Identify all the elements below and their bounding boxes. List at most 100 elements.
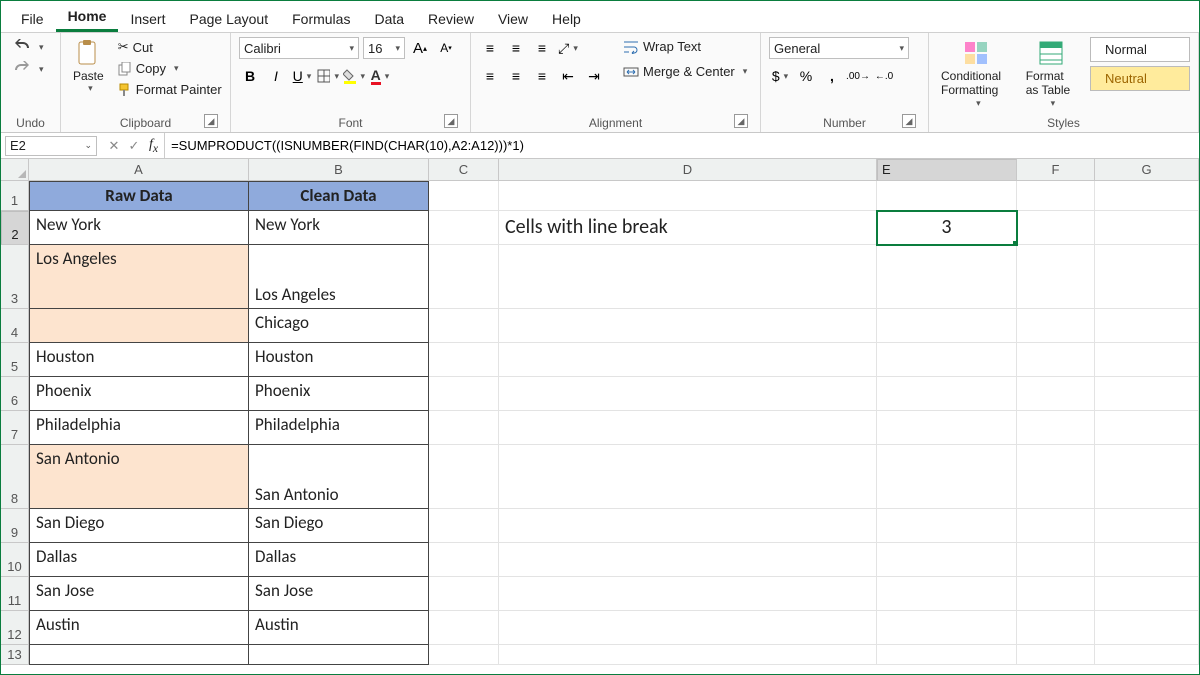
merge-center-button[interactable]: Merge & Center▾	[619, 62, 751, 81]
cell[interactable]	[29, 309, 249, 343]
cell[interactable]	[1017, 611, 1095, 645]
cell[interactable]	[499, 645, 877, 665]
align-middle-icon[interactable]: ≡	[505, 37, 527, 59]
cell[interactable]	[499, 377, 877, 411]
cell[interactable]	[1017, 543, 1095, 577]
cell[interactable]	[499, 445, 877, 509]
font-name-select[interactable]: Calibri▾	[239, 37, 359, 59]
cell[interactable]	[877, 245, 1017, 309]
paste-button[interactable]: Paste▾	[69, 37, 108, 96]
bold-button[interactable]: B	[239, 65, 261, 87]
cell[interactable]	[877, 181, 1017, 211]
borders-button[interactable]: ▾	[317, 65, 339, 87]
cell[interactable]	[499, 611, 877, 645]
cell[interactable]	[1017, 343, 1095, 377]
align-top-icon[interactable]: ≡	[479, 37, 501, 59]
cell[interactable]	[1095, 611, 1199, 645]
cell[interactable]	[429, 543, 499, 577]
cell[interactable]	[1017, 645, 1095, 665]
cell[interactable]: New York	[29, 211, 249, 245]
cell[interactable]: San Jose	[249, 577, 429, 611]
cell[interactable]	[1017, 245, 1095, 309]
cell[interactable]	[1095, 577, 1199, 611]
row-header-3[interactable]: 3	[1, 245, 29, 309]
col-header-B[interactable]: B	[249, 159, 429, 181]
row-header-2[interactable]: 2	[1, 211, 29, 245]
row-header-8[interactable]: 8	[1, 445, 29, 509]
cell[interactable]	[429, 211, 499, 245]
increase-indent-icon[interactable]: ⇥	[583, 65, 605, 87]
cell[interactable]	[429, 377, 499, 411]
cell[interactable]	[1017, 509, 1095, 543]
percent-format-icon[interactable]: %	[795, 65, 817, 87]
cell[interactable]	[1017, 181, 1095, 211]
increase-decimal-icon[interactable]: .00→	[847, 65, 869, 87]
cell[interactable]	[1095, 645, 1199, 665]
cell[interactable]	[499, 343, 877, 377]
cell[interactable]: San Antonio	[249, 445, 429, 509]
row-header-10[interactable]: 10	[1, 543, 29, 577]
cell[interactable]: New York	[249, 211, 429, 245]
cell[interactable]: Houston	[29, 343, 249, 377]
enter-formula-icon[interactable]: ✓	[125, 138, 143, 154]
name-box[interactable]: E2⌄	[5, 136, 97, 156]
row-header-7[interactable]: 7	[1, 411, 29, 445]
cell[interactable]	[1095, 181, 1199, 211]
align-right-icon[interactable]: ≡	[531, 65, 553, 87]
cell[interactable]: Los Angeles	[29, 245, 249, 309]
cell[interactable]: Raw Data	[29, 181, 249, 211]
col-header-C[interactable]: C	[429, 159, 499, 181]
cell[interactable]	[1095, 343, 1199, 377]
cell[interactable]: Phoenix	[29, 377, 249, 411]
formula-input[interactable]	[164, 133, 1199, 158]
increase-font-icon[interactable]: A▴	[409, 37, 431, 59]
row-header-4[interactable]: 4	[1, 309, 29, 343]
cell[interactable]: Phoenix	[249, 377, 429, 411]
cell-style-normal[interactable]: Normal	[1090, 37, 1190, 62]
cell[interactable]: Philadelphia	[249, 411, 429, 445]
row-header-1[interactable]: 1	[1, 181, 29, 211]
cell[interactable]: Clean Data	[249, 181, 429, 211]
row-header-6[interactable]: 6	[1, 377, 29, 411]
decrease-font-icon[interactable]: A▾	[435, 37, 457, 59]
number-format-select[interactable]: General▾	[769, 37, 909, 59]
cell[interactable]	[1017, 211, 1095, 245]
cell[interactable]	[877, 611, 1017, 645]
cell[interactable]	[499, 245, 877, 309]
cell[interactable]	[1017, 309, 1095, 343]
decrease-indent-icon[interactable]: ⇤	[557, 65, 579, 87]
row-header-13[interactable]: 13	[1, 645, 29, 665]
cell[interactable]	[1095, 509, 1199, 543]
cell[interactable]: Austin	[249, 611, 429, 645]
wrap-text-button[interactable]: Wrap Text	[619, 37, 751, 56]
align-bottom-icon[interactable]: ≡	[531, 37, 553, 59]
cell[interactable]: San Diego	[29, 509, 249, 543]
format-as-table-button[interactable]: Format as Table▾	[1022, 37, 1080, 111]
cell[interactable]	[499, 181, 877, 211]
col-header-D[interactable]: D	[499, 159, 877, 181]
font-size-select[interactable]: 16▾	[363, 37, 405, 59]
row-header-12[interactable]: 12	[1, 611, 29, 645]
col-header-F[interactable]: F	[1017, 159, 1095, 181]
cell[interactable]: Philadelphia	[29, 411, 249, 445]
cell[interactable]	[429, 577, 499, 611]
active-cell[interactable]: 3	[877, 211, 1017, 245]
cell[interactable]	[429, 181, 499, 211]
cell[interactable]	[877, 577, 1017, 611]
cell[interactable]	[877, 377, 1017, 411]
cell[interactable]	[429, 611, 499, 645]
select-all-corner[interactable]	[1, 159, 29, 181]
cell[interactable]: Dallas	[249, 543, 429, 577]
cell[interactable]	[877, 645, 1017, 665]
cell[interactable]	[249, 645, 429, 665]
decrease-decimal-icon[interactable]: ←.0	[873, 65, 895, 87]
cell[interactable]: Austin	[29, 611, 249, 645]
font-color-button[interactable]: A▾	[369, 65, 391, 87]
cell[interactable]	[1095, 377, 1199, 411]
conditional-formatting-button[interactable]: Conditional Formatting▾	[937, 37, 1016, 111]
row-header-11[interactable]: 11	[1, 577, 29, 611]
clipboard-launcher[interactable]: ◢	[204, 114, 218, 128]
number-launcher[interactable]: ◢	[902, 114, 916, 128]
cell[interactable]	[1017, 377, 1095, 411]
undo-button[interactable]: ▾	[9, 37, 48, 57]
